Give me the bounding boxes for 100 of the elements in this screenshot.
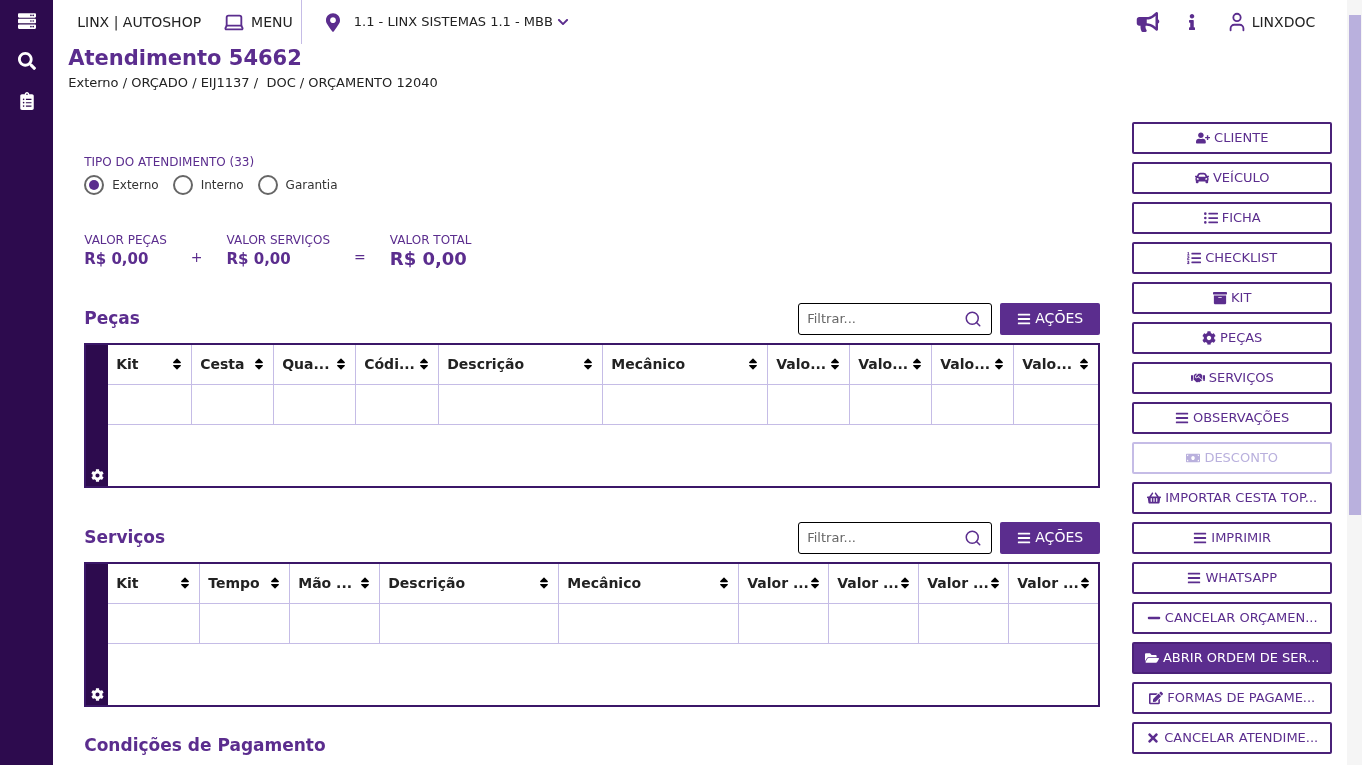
sort-icon[interactable] xyxy=(418,357,431,371)
info-icon[interactable] xyxy=(1187,14,1196,30)
section-title: Serviços xyxy=(84,525,166,549)
column-header[interactable]: Valo... xyxy=(931,344,1014,384)
column-header[interactable]: Descrição xyxy=(379,563,559,603)
total-label: VALOR PEÇAS xyxy=(84,231,167,249)
sort-icon[interactable] xyxy=(898,576,911,590)
sort-icon[interactable] xyxy=(1078,357,1091,371)
menu-link[interactable]: MENU xyxy=(251,11,293,33)
action-button[interactable]: SERVIÇOS xyxy=(1132,362,1333,394)
action-button[interactable]: PEÇAS xyxy=(1132,322,1333,354)
archive-box-icon xyxy=(1213,291,1228,305)
radio-option[interactable]: Interno xyxy=(172,174,244,195)
radio-option[interactable]: Garantia xyxy=(257,174,338,195)
column-header[interactable]: Valor ... xyxy=(918,563,1009,603)
user-name[interactable]: LINXDOC xyxy=(1251,11,1316,33)
action-button[interactable]: KIT xyxy=(1132,282,1333,314)
operator-sign: + xyxy=(190,247,203,267)
field-label: TIPO DO ATENDIMENTO (33) xyxy=(84,153,256,171)
column-header[interactable]: Kit xyxy=(108,344,192,384)
basket-icon xyxy=(1147,491,1162,505)
close-icon xyxy=(1146,731,1161,745)
column-header[interactable]: Descrição xyxy=(438,344,603,384)
menu-lines-icon xyxy=(1017,530,1032,545)
handshake-icon xyxy=(1190,371,1205,385)
column-header[interactable]: Valor ... xyxy=(828,563,919,603)
action-button[interactable]: FORMAS DE PAGAME... xyxy=(1132,682,1333,714)
location-dropdown[interactable]: 1.1 - LINX SISTEMAS 1.1 - MBB xyxy=(353,12,569,32)
sort-icon[interactable] xyxy=(171,357,184,371)
scrollbar[interactable] xyxy=(1347,0,1362,765)
search-icon[interactable] xyxy=(964,309,983,328)
sort-icon[interactable] xyxy=(829,357,842,371)
section-title: Condições de Pagamento xyxy=(84,733,327,757)
sort-icon[interactable] xyxy=(993,357,1006,371)
column-header[interactable]: Valo... xyxy=(1013,344,1099,384)
column-header[interactable]: Mecânico xyxy=(602,344,768,384)
action-button[interactable]: IMPORTAR CESTA TOP... xyxy=(1132,482,1333,514)
search-icon[interactable] xyxy=(17,52,36,70)
page-subtitle: Externo / ORÇADO / EIJ1137 / DOC / ORÇAMENTO 12040 xyxy=(68,74,439,92)
action-button[interactable]: WHATSAPP xyxy=(1132,562,1333,594)
action-button[interactable]: CHECKLIST xyxy=(1132,242,1333,274)
column-header[interactable]: Tempo xyxy=(199,563,290,603)
total-label: VALOR TOTAL xyxy=(389,231,472,249)
clipboard-icon[interactable] xyxy=(17,92,36,110)
column-header[interactable]: Valor ... xyxy=(738,563,829,603)
total-value: R$ 0,00 xyxy=(389,248,468,269)
column-header[interactable]: Códi... xyxy=(355,344,439,384)
radio-button[interactable] xyxy=(84,174,105,195)
megaphone-icon[interactable] xyxy=(1135,12,1160,32)
sort-icon[interactable] xyxy=(1078,576,1091,590)
radio-button[interactable] xyxy=(257,174,278,195)
sort-icon[interactable] xyxy=(359,576,372,590)
action-button[interactable]: ABRIR ORDEM DE SER... xyxy=(1132,642,1333,674)
action-button[interactable]: CLIENTE xyxy=(1132,122,1333,154)
settings-icon[interactable] xyxy=(90,468,104,482)
sort-icon[interactable] xyxy=(747,357,760,371)
column-header[interactable]: Qua... xyxy=(273,344,356,384)
list-icon xyxy=(1203,211,1218,225)
sort-icon[interactable] xyxy=(582,357,595,371)
sort-icon[interactable] xyxy=(253,357,266,371)
action-button[interactable]: VEÍCULO xyxy=(1132,162,1333,194)
radio-button[interactable] xyxy=(172,174,193,195)
location-pin-icon xyxy=(325,12,340,32)
gear-icon xyxy=(1202,331,1217,345)
filter-field[interactable]: Filtrar... xyxy=(798,521,993,554)
settings-icon[interactable] xyxy=(90,687,104,701)
actions-button[interactable]: AÇÕES xyxy=(1000,521,1101,554)
menu-icon[interactable] xyxy=(17,12,36,30)
edit-icon xyxy=(1149,691,1164,705)
column-header[interactable]: Cesta xyxy=(191,344,274,384)
search-icon[interactable] xyxy=(964,528,983,547)
action-button[interactable]: CANCELAR ATENDIME... xyxy=(1132,722,1333,754)
column-header[interactable]: Mecânico xyxy=(558,563,739,603)
operator-sign: = xyxy=(354,247,366,267)
column-header[interactable]: Kit xyxy=(108,563,200,603)
action-button[interactable]: IMPRIMIR xyxy=(1132,522,1333,554)
sort-icon[interactable] xyxy=(335,357,348,371)
brand-name[interactable]: LINX | AUTOSHOP xyxy=(77,11,202,33)
sort-icon[interactable] xyxy=(808,576,821,590)
banknote-icon xyxy=(1186,451,1201,465)
numbered-list-icon xyxy=(1187,251,1202,265)
sort-icon[interactable] xyxy=(911,357,924,371)
action-button[interactable]: FICHA xyxy=(1132,202,1333,234)
column-header[interactable]: Mão ... xyxy=(289,563,380,603)
chevron-down-icon xyxy=(556,16,569,28)
sort-icon[interactable] xyxy=(718,576,731,590)
column-header[interactable]: Valo... xyxy=(849,344,932,384)
column-header[interactable]: Valor ... xyxy=(1008,563,1099,603)
sort-icon[interactable] xyxy=(988,576,1001,590)
column-header[interactable]: Valo... xyxy=(767,344,850,384)
menu-lines-icon xyxy=(1193,531,1208,545)
action-button[interactable]: CANCELAR ORÇAMEN... xyxy=(1132,602,1333,634)
radio-option[interactable]: Externo xyxy=(84,174,159,195)
sort-icon[interactable] xyxy=(269,576,282,590)
sort-icon[interactable] xyxy=(179,576,192,590)
sort-icon[interactable] xyxy=(538,576,551,590)
actions-button[interactable]: AÇÕES xyxy=(1000,302,1101,335)
total-value: R$ 0,00 xyxy=(84,248,150,269)
filter-field[interactable]: Filtrar... xyxy=(798,302,993,335)
action-button[interactable]: OBSERVAÇÕES xyxy=(1132,402,1333,434)
